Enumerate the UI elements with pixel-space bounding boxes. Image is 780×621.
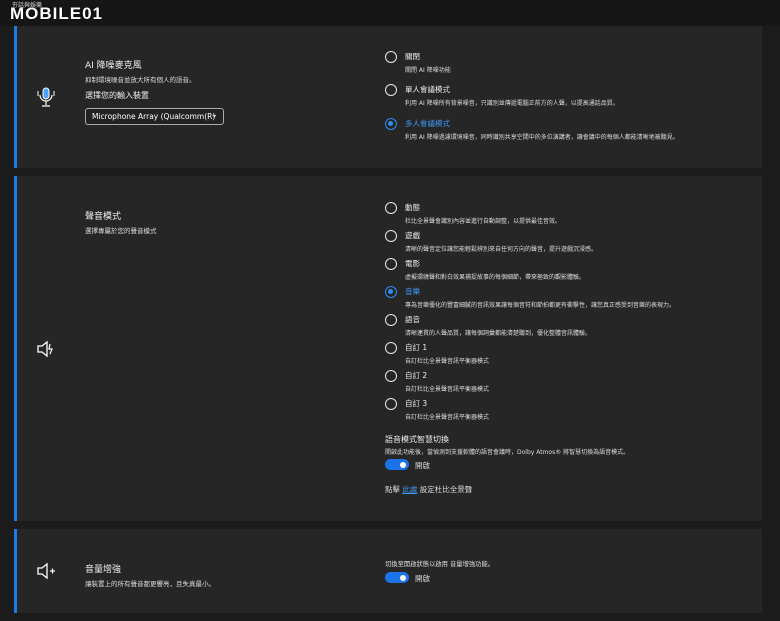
volume-boost-hint: 切換至開啟狀態以啟用 音量增強功能。 [385, 561, 495, 568]
speaker-plus-icon [37, 562, 55, 580]
option-desc: 杜比全景聲會識別內容並進行自動調整，以提供最佳音效。 [405, 218, 562, 225]
device-label: 選擇您的輸入裝置 [85, 91, 149, 100]
option-desc: 利用 AI 降噪所有背景噪音，只識別並傳遞電腦正前方的人聲，以提高通話品質。 [405, 100, 619, 107]
logo-tagline: 夯話與娛樂 [12, 3, 43, 9]
option-label: 動態 [405, 203, 420, 212]
input-device-select[interactable]: Microphone Array (Qualcomm(R) ⌄ [85, 108, 224, 125]
radio-selected-icon[interactable] [385, 118, 397, 130]
option-desc: 專為音樂優化的豐富細膩的音訊效果讓每個音符和節拍都更有衝擊性，讓您真正感受到音樂… [405, 302, 676, 309]
radio-icon[interactable] [385, 398, 397, 410]
option-desc: 清晰連貫的人聲品質，讓每個詞彙都能清楚聽到，優化整體音訊體驗。 [405, 330, 592, 337]
radio-icon[interactable] [385, 314, 397, 326]
smart-switch-title: 語音模式智慧切換 [385, 435, 449, 444]
radio-icon[interactable] [385, 230, 397, 242]
chevron-down-icon: ⌄ [210, 110, 218, 120]
radio-icon[interactable] [385, 84, 397, 96]
option-desc: 關閉 AI 降噪功能 [405, 67, 451, 74]
option-label: 自訂 1 [405, 343, 428, 352]
radio-icon[interactable] [385, 202, 397, 214]
smart-switch-desc: 開啟此功能後，當偵測到支援軟體的語音會議時，Dolby Atmos® 將智慧切換… [385, 449, 630, 456]
option-desc: 虛擬環繞聲和對白效果捕捉故事的每個細節，帶來極致的觀影體驗。 [405, 274, 586, 281]
speaker-icon [37, 340, 53, 358]
option-label: 自訂 3 [405, 399, 428, 408]
sound-mode-panel: 聲音模式 選擇專屬於您的聲音模式 動態杜比全景聲會識別內容並進行自動調整，以提供… [14, 176, 762, 521]
option-desc: 清晰的聲音定位讓您能輕鬆辨別來自任何方向的聲音，提升遊戲沉浸感。 [405, 246, 598, 253]
radio-icon[interactable] [385, 370, 397, 382]
section-subtitle: 抑制環境噪音並放大所有個人的語音。 [85, 76, 196, 84]
section-title: 聲音模式 [85, 212, 122, 222]
option-desc: 自訂杜比全景聲音訊平衡器模式 [405, 414, 490, 421]
option-label: 多人會議模式 [405, 119, 450, 128]
toggle-label: 開啟 [415, 574, 430, 583]
mobile01-logo: 夯話與娛樂 MOBILE01 [10, 3, 103, 24]
link-prefix: 點擊 [385, 485, 400, 494]
ai-noise-mic-panel: AI 降噪麥克風 抑制環境噪音並放大所有個人的語音。 選擇您的輸入裝置 Micr… [14, 26, 762, 168]
option-desc: 自訂杜比全景聲音訊平衡器模式 [405, 386, 490, 393]
option-desc: 自訂杜比全景聲音訊平衡器模式 [405, 358, 490, 365]
option-label: 遊戲 [405, 231, 420, 240]
device-value: Microphone Array (Qualcomm(R) [92, 112, 216, 121]
radio-selected-icon[interactable] [385, 286, 397, 298]
radio-icon[interactable] [385, 51, 397, 63]
smart-switch-toggle[interactable] [385, 459, 409, 470]
radio-icon[interactable] [385, 342, 397, 354]
microphone-icon [37, 87, 55, 107]
top-bar [0, 0, 780, 26]
option-label: 單人會議模式 [405, 85, 450, 94]
section-title: 音量增強 [85, 565, 122, 575]
option-desc: 利用 AI 降噪過濾環境噪音，同時識別共享空間中的多位演講者，讓會議中的每個人都… [405, 134, 679, 141]
option-label: 自訂 2 [405, 371, 428, 380]
section-subtitle: 選擇專屬於您的聲音模式 [85, 227, 157, 235]
dolby-settings-link[interactable]: 此處 [402, 485, 417, 494]
option-label: 音樂 [405, 287, 420, 296]
option-label: 語音 [405, 315, 420, 324]
volume-boost-toggle[interactable] [385, 572, 409, 583]
toggle-label: 開啟 [415, 461, 430, 470]
option-label: 關閉 [405, 52, 420, 61]
link-suffix: 設定杜比全景聲 [419, 485, 473, 494]
volume-boost-panel: 音量增強 讓裝置上的所有聲音都更響亮，且失真最小。 切換至開啟狀態以啟用 音量增… [14, 529, 762, 613]
dolby-link-row: 點擊 此處 設定杜比全景聲 [385, 484, 472, 495]
section-title: AI 降噪麥克風 [85, 61, 142, 71]
radio-icon[interactable] [385, 258, 397, 270]
option-label: 電影 [405, 259, 420, 268]
section-subtitle: 讓裝置上的所有聲音都更響亮，且失真最小。 [85, 580, 215, 588]
